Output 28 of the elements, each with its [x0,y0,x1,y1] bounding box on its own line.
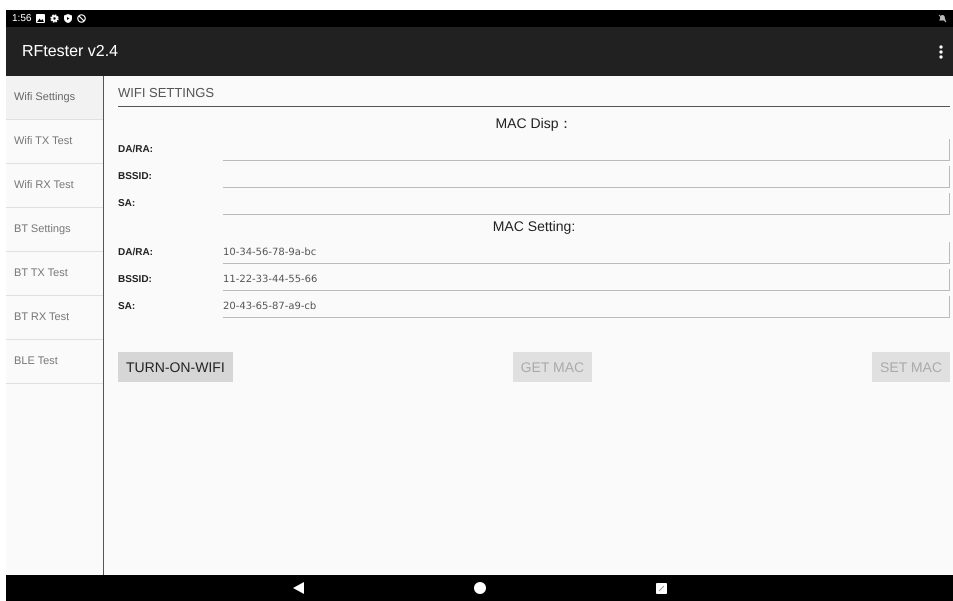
field-label: SA: [118,300,136,314]
input-field[interactable] [223,139,950,161]
action-button[interactable]: TURN-ON-WIFI [118,352,233,382]
group-heading: MAC Setting: [492,217,576,236]
image-icon [36,14,46,23]
input-field[interactable]: 20-43-65-87-a9-cb [223,296,950,318]
home-icon[interactable] [474,582,486,594]
input-field[interactable]: 11-22-33-44-55-66 [223,269,950,291]
input-field[interactable]: 10-34-56-78-9a-bc [223,242,950,264]
back-icon[interactable] [292,582,304,594]
shield-icon [64,14,72,23]
section-title: WIFI SETTINGS [118,84,214,102]
group-heading: MAC Disp： [495,114,572,133]
more-menu-icon[interactable] [939,44,943,58]
gear-icon [50,14,60,23]
field-label: SA: [118,197,136,211]
input-field[interactable] [223,166,950,188]
status-time: 1:56 [12,12,32,26]
recents-icon[interactable] [656,582,666,594]
sidebar-item[interactable]: Wifi Settings [6,76,103,120]
field-label: DA/RA: [118,143,154,157]
field-label: BSSID: [118,170,153,184]
sync-off-icon [77,14,86,23]
field-label: DA/RA: [118,246,154,260]
app-title: RFtester v2.4 [22,42,120,62]
field-label: BSSID: [118,273,153,287]
notifications-off-icon [938,14,947,23]
input-field[interactable] [223,193,950,215]
